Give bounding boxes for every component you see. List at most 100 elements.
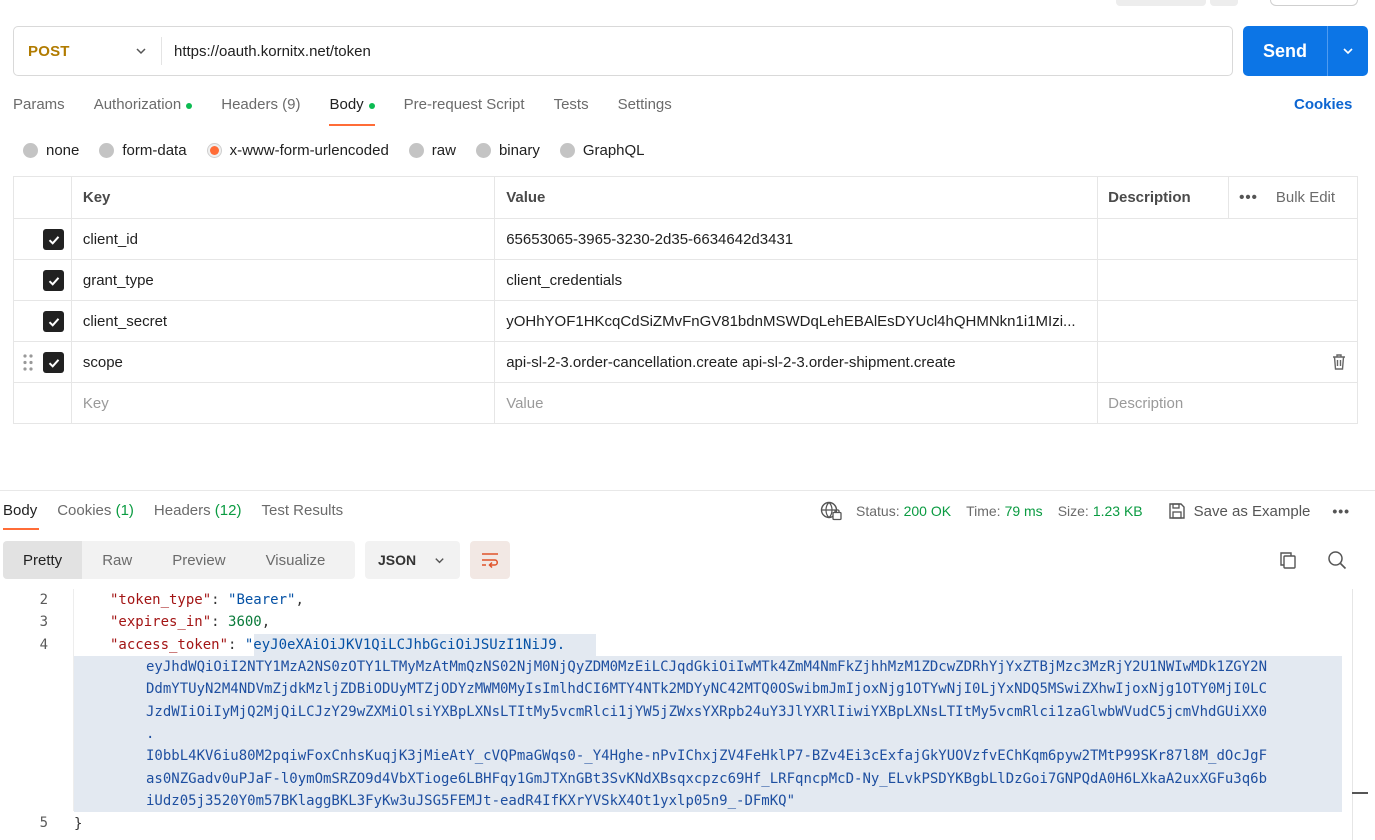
row-checkbox[interactable]: [43, 229, 64, 250]
view-preview[interactable]: Preview: [152, 541, 245, 579]
value-cell[interactable]: client_credentials: [494, 259, 1099, 301]
cookies-link[interactable]: Cookies: [1294, 96, 1352, 113]
send-button[interactable]: Send: [1243, 41, 1327, 62]
tab-params[interactable]: Params: [13, 96, 65, 126]
code-line: "token_type": "Bearer",: [110, 592, 304, 608]
description-cell[interactable]: [1097, 259, 1358, 301]
tab-pre-request-script[interactable]: Pre-request Script: [404, 96, 525, 126]
pane-divider[interactable]: [0, 490, 1375, 491]
description-cell[interactable]: [1097, 341, 1358, 383]
code-line: }: [74, 816, 83, 832]
tab-headers[interactable]: Headers (9): [221, 96, 300, 126]
copy-icon[interactable]: [1279, 551, 1297, 574]
row-checkbox[interactable]: [43, 311, 64, 332]
bulk-edit-button[interactable]: Bulk Edit: [1276, 189, 1335, 206]
table-row: scope api-sl-2-3.order-cancellation.crea…: [13, 341, 1358, 383]
time-readout[interactable]: Time: 79 ms: [966, 503, 1043, 519]
response-tab-headers[interactable]: Headers (12): [154, 502, 242, 530]
check-icon: [48, 317, 59, 327]
key-cell[interactable]: scope: [70, 341, 496, 383]
search-icon[interactable]: [1327, 550, 1347, 574]
key-cell[interactable]: grant_type: [70, 259, 496, 301]
radio-x-www-form-urlencoded[interactable]: x-www-form-urlencoded: [206, 142, 389, 159]
code-line-wrapped: JzdWIiOiIyMjQ2MjQiLCJzY29wZXMiOlsiYXBpLX…: [146, 703, 1268, 720]
table-header-row: Key Value Description ••• Bulk Edit: [13, 176, 1358, 219]
column-value: Value: [494, 176, 1099, 219]
chevron-down-icon: [133, 43, 149, 59]
new-description-input[interactable]: Description: [1097, 382, 1358, 424]
tab-body[interactable]: Body: [329, 96, 375, 126]
drag-handle-icon[interactable]: [23, 354, 33, 371]
table-row: grant_type client_credentials: [13, 259, 1358, 301]
view-pretty[interactable]: Pretty: [3, 541, 83, 579]
code-line-wrapped: iUdz05j3520Y0m57BKlaggBKL3FyKw3uJSG5FEMJ…: [146, 792, 796, 809]
response-tab-test-results[interactable]: Test Results: [261, 502, 343, 530]
view-raw[interactable]: Raw: [82, 541, 152, 579]
send-options-button[interactable]: [1328, 44, 1368, 58]
wrap-lines-icon: [482, 553, 498, 569]
url-input[interactable]: https://oauth.kornitx.net/token: [162, 43, 371, 60]
view-visualize[interactable]: Visualize: [246, 541, 346, 579]
format-select[interactable]: JSON: [365, 541, 460, 579]
radio-binary[interactable]: binary: [475, 142, 540, 159]
column-description: Description: [1097, 176, 1230, 219]
indent-guide: [73, 589, 74, 811]
save-as-example-button[interactable]: Save as Example: [1168, 502, 1310, 520]
vertical-scrollbar[interactable]: [1352, 589, 1353, 840]
bulk-edit-area: ••• Bulk Edit: [1239, 189, 1357, 206]
radio-raw[interactable]: raw: [408, 142, 456, 159]
key-cell[interactable]: client_secret: [70, 300, 496, 342]
view-mode-selector: Pretty Raw Preview Visualize: [3, 541, 355, 579]
status-readout[interactable]: Status: 200 OK: [856, 503, 951, 519]
globe-lock-icon[interactable]: [820, 501, 842, 521]
radio-graphql[interactable]: GraphQL: [559, 142, 645, 159]
code-line: "access_token": "eyJ0eXAiOiJKV1QiLCJhbGc…: [110, 636, 566, 653]
wrap-lines-button[interactable]: [470, 541, 510, 579]
response-tabs: Body Cookies (1) Headers (12) Test Resul…: [3, 502, 363, 530]
request-tabs: Params Authorization Headers (9) Body Pr…: [13, 96, 701, 126]
value-cell[interactable]: api-sl-2-3.order-cancellation.create api…: [494, 341, 1099, 383]
scroll-thumb[interactable]: [1352, 792, 1368, 794]
send-button-group: Send: [1243, 26, 1368, 76]
new-value-input[interactable]: Value: [494, 382, 1099, 424]
status-dot: [368, 103, 375, 109]
code-line-wrapped: I0bbL4KV6iu80M2pqiwFoxCnhsKuqjK3jMieAtY_…: [146, 748, 1268, 765]
tab-authorization[interactable]: Authorization: [94, 96, 193, 126]
chevron-down-icon: [435, 557, 444, 563]
size-readout[interactable]: Size: 1.23 KB: [1058, 503, 1143, 519]
method-select[interactable]: POST: [14, 37, 162, 65]
line-numbers: 2 3 4 5: [39, 592, 48, 831]
response-tab-body[interactable]: Body: [3, 502, 40, 530]
code-line-wrapped: .: [146, 725, 155, 742]
body-type-options: none form-data x-www-form-urlencoded raw…: [23, 142, 665, 159]
more-options-icon[interactable]: •••: [1239, 189, 1258, 206]
response-body-editor[interactable]: 2 3 4 5 "token_type": "Bearer", "expires…: [0, 589, 1352, 840]
description-cell[interactable]: [1097, 218, 1358, 260]
tab-tests[interactable]: Tests: [554, 96, 589, 126]
row-checkbox[interactable]: [43, 270, 64, 291]
table-row: client_id 65653065-3965-3230-2d35-663464…: [13, 218, 1358, 260]
radio-form-data[interactable]: form-data: [99, 142, 187, 159]
params-table: Key Value Description ••• Bulk Edit clie…: [13, 176, 1358, 424]
save-icon: [1168, 503, 1185, 519]
new-key-input[interactable]: Key: [70, 382, 496, 424]
check-icon: [48, 276, 59, 286]
check-icon: [48, 358, 59, 368]
trash-icon[interactable]: [1331, 353, 1347, 375]
more-options-icon[interactable]: •••: [1332, 503, 1350, 519]
toolbar-stub: [1270, 0, 1358, 6]
status-dot: [186, 103, 193, 109]
radio-none[interactable]: none: [23, 142, 79, 159]
chevron-down-icon: [1343, 48, 1353, 55]
value-cell[interactable]: 65653065-3965-3230-2d35-6634642d3431: [494, 218, 1099, 260]
value-cell[interactable]: yOHhYOF1HKcqCdSiZMvFnGV81bdnMSWDqLehEBAl…: [494, 300, 1099, 342]
code-line-wrapped: DdmYTUyN2M4NDVmZjdkMzljZDBiODUyMTZjODYzM…: [146, 681, 1268, 698]
row-checkbox[interactable]: [43, 352, 64, 373]
toolbar-stub: [1116, 0, 1206, 6]
check-icon: [48, 235, 59, 245]
tab-settings[interactable]: Settings: [618, 96, 672, 126]
code-line: "expires_in": 3600,: [110, 614, 271, 631]
response-tab-cookies[interactable]: Cookies (1): [57, 502, 134, 530]
key-cell[interactable]: client_id: [70, 218, 496, 260]
description-cell[interactable]: [1097, 300, 1358, 342]
